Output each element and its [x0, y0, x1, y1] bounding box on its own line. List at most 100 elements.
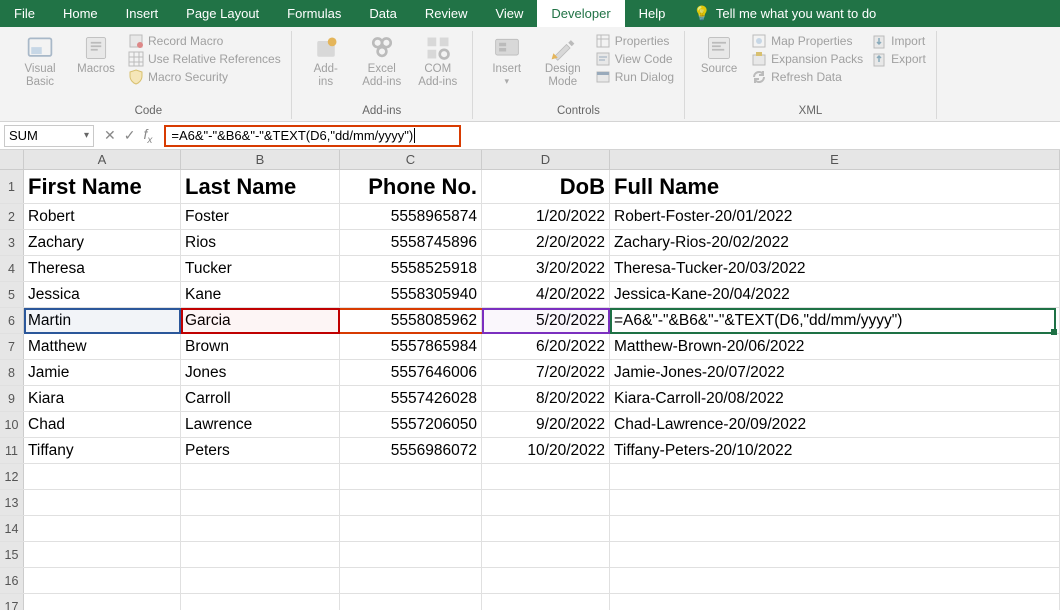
row-header[interactable]: 7	[0, 334, 24, 359]
data-cell[interactable]: 5558305940	[340, 282, 482, 307]
data-cell[interactable]: 2/20/2022	[482, 230, 610, 255]
empty-cell[interactable]	[482, 464, 610, 489]
data-cell[interactable]: =A6&"-"&B6&"-"&TEXT(D6,"dd/mm/yyyy")	[610, 308, 1060, 333]
data-cell[interactable]: Foster	[181, 204, 340, 229]
row-header[interactable]: 3	[0, 230, 24, 255]
data-cell[interactable]: Jamie	[24, 360, 181, 385]
tab-insert[interactable]: Insert	[112, 0, 173, 27]
empty-cell[interactable]	[340, 490, 482, 515]
data-cell[interactable]: 4/20/2022	[482, 282, 610, 307]
tab-review[interactable]: Review	[411, 0, 482, 27]
data-cell[interactable]: Tucker	[181, 256, 340, 281]
data-cell[interactable]: 10/20/2022	[482, 438, 610, 463]
data-cell[interactable]: 9/20/2022	[482, 412, 610, 437]
data-cell[interactable]: Chad	[24, 412, 181, 437]
select-all-corner[interactable]	[0, 150, 24, 169]
row-header[interactable]: 16	[0, 568, 24, 593]
empty-cell[interactable]	[482, 516, 610, 541]
data-cell[interactable]: Theresa	[24, 256, 181, 281]
data-cell[interactable]: Peters	[181, 438, 340, 463]
data-cell[interactable]: Theresa-Tucker-20/03/2022	[610, 256, 1060, 281]
cancel-formula-button[interactable]: ✕	[104, 127, 116, 144]
data-cell[interactable]: Rios	[181, 230, 340, 255]
chevron-down-icon[interactable]: ▾	[84, 130, 89, 141]
empty-cell[interactable]	[24, 464, 181, 489]
data-cell[interactable]: 6/20/2022	[482, 334, 610, 359]
header-cell[interactable]: First Name	[24, 170, 181, 203]
data-cell[interactable]: Lawrence	[181, 412, 340, 437]
row-header[interactable]: 6	[0, 308, 24, 333]
empty-cell[interactable]	[24, 542, 181, 567]
data-cell[interactable]: Jessica	[24, 282, 181, 307]
data-cell[interactable]: 5558525918	[340, 256, 482, 281]
row-header[interactable]: 8	[0, 360, 24, 385]
expansion-packs-button[interactable]: Expansion Packs	[751, 51, 863, 67]
empty-cell[interactable]	[24, 594, 181, 610]
record-macro-button[interactable]: Record Macro	[128, 33, 281, 49]
empty-cell[interactable]	[340, 568, 482, 593]
row-header[interactable]: 5	[0, 282, 24, 307]
col-header-a[interactable]: A	[24, 150, 181, 169]
addins-button[interactable]: Add- ins	[302, 33, 350, 89]
empty-cell[interactable]	[482, 568, 610, 593]
row-header[interactable]: 10	[0, 412, 24, 437]
formula-input[interactable]: =A6&"-"&B6&"-"&TEXT(D6,"dd/mm/yyyy")	[164, 125, 461, 147]
map-properties-button[interactable]: Map Properties	[751, 33, 863, 49]
col-header-b[interactable]: B	[181, 150, 340, 169]
data-cell[interactable]: 1/20/2022	[482, 204, 610, 229]
data-cell[interactable]: 5558085962	[340, 308, 482, 333]
data-cell[interactable]: Tiffany	[24, 438, 181, 463]
tell-me-box[interactable]: 💡Tell me what you want to do	[679, 0, 890, 27]
tab-help[interactable]: Help	[625, 0, 680, 27]
tab-pagelayout[interactable]: Page Layout	[172, 0, 273, 27]
empty-cell[interactable]	[181, 594, 340, 610]
row-header[interactable]: 1	[0, 170, 24, 203]
empty-cell[interactable]	[610, 464, 1060, 489]
tab-developer[interactable]: Developer	[537, 0, 624, 27]
tab-home[interactable]: Home	[49, 0, 112, 27]
row-header[interactable]: 4	[0, 256, 24, 281]
view-code-button[interactable]: View Code	[595, 51, 674, 67]
empty-cell[interactable]	[181, 542, 340, 567]
com-addins-button[interactable]: COM Add-ins	[414, 33, 462, 89]
col-header-c[interactable]: C	[340, 150, 482, 169]
accept-formula-button[interactable]: ✓	[124, 127, 136, 144]
col-header-e[interactable]: E	[610, 150, 1060, 169]
data-cell[interactable]: Chad-Lawrence-20/09/2022	[610, 412, 1060, 437]
data-cell[interactable]: 5558745896	[340, 230, 482, 255]
data-cell[interactable]: 3/20/2022	[482, 256, 610, 281]
col-header-d[interactable]: D	[482, 150, 610, 169]
empty-cell[interactable]	[482, 542, 610, 567]
tab-formulas[interactable]: Formulas	[273, 0, 355, 27]
data-cell[interactable]: Tiffany-Peters-20/10/2022	[610, 438, 1060, 463]
data-cell[interactable]: Garcia	[181, 308, 340, 333]
xml-export-button[interactable]: Export	[871, 51, 926, 67]
relative-refs-button[interactable]: Use Relative References	[128, 51, 281, 67]
empty-cell[interactable]	[340, 516, 482, 541]
tab-data[interactable]: Data	[355, 0, 410, 27]
header-cell[interactable]: DoB	[482, 170, 610, 203]
data-cell[interactable]: Kiara-Carroll-20/08/2022	[610, 386, 1060, 411]
row-header[interactable]: 9	[0, 386, 24, 411]
data-cell[interactable]: 5557865984	[340, 334, 482, 359]
empty-cell[interactable]	[340, 594, 482, 610]
data-cell[interactable]: 8/20/2022	[482, 386, 610, 411]
data-cell[interactable]: Brown	[181, 334, 340, 359]
row-header[interactable]: 11	[0, 438, 24, 463]
data-cell[interactable]: Zachary	[24, 230, 181, 255]
data-cell[interactable]: 5556986072	[340, 438, 482, 463]
data-cell[interactable]: Kiara	[24, 386, 181, 411]
empty-cell[interactable]	[24, 516, 181, 541]
data-cell[interactable]: 5557426028	[340, 386, 482, 411]
data-cell[interactable]: 5557646006	[340, 360, 482, 385]
data-cell[interactable]: Jones	[181, 360, 340, 385]
data-cell[interactable]: Robert-Foster-20/01/2022	[610, 204, 1060, 229]
empty-cell[interactable]	[181, 568, 340, 593]
insert-control-button[interactable]: Insert▾	[483, 33, 531, 87]
tab-file[interactable]: File	[0, 0, 49, 27]
empty-cell[interactable]	[24, 490, 181, 515]
empty-cell[interactable]	[24, 568, 181, 593]
empty-cell[interactable]	[340, 542, 482, 567]
row-header[interactable]: 15	[0, 542, 24, 567]
data-cell[interactable]: 5558965874	[340, 204, 482, 229]
